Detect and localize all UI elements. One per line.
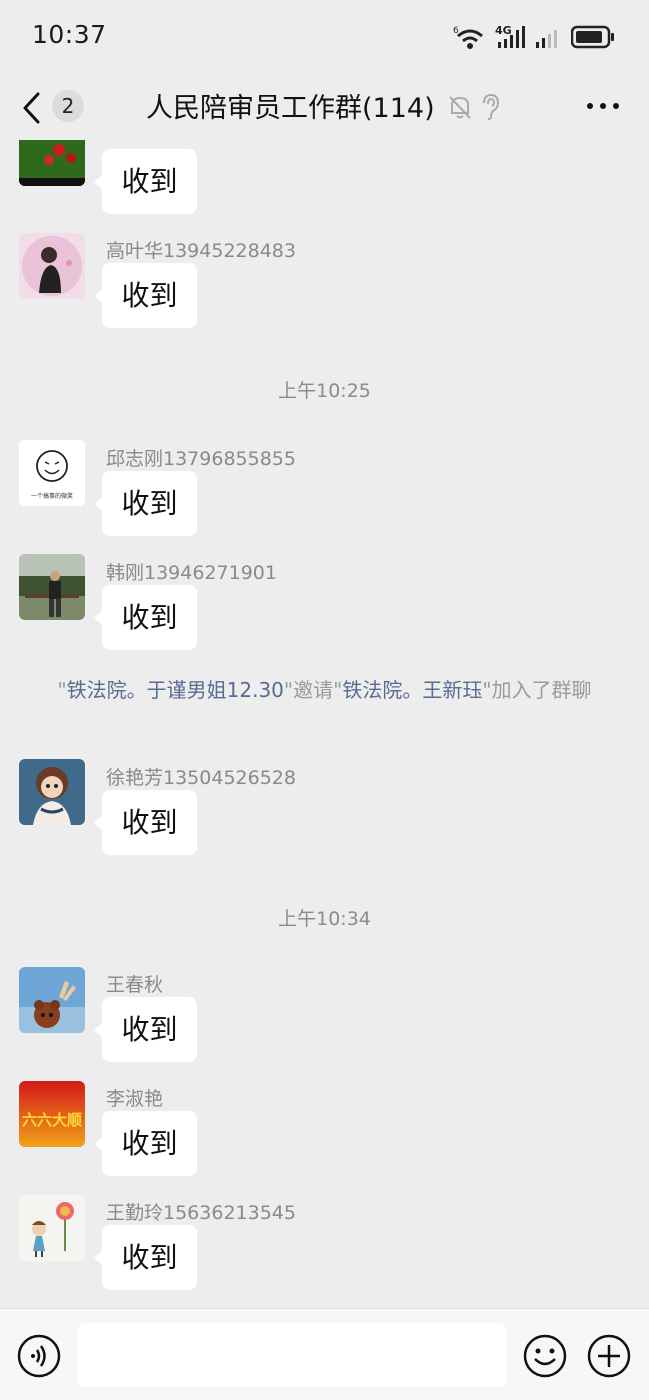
system-text: "邀请" (283, 678, 343, 702)
message-bubble[interactable]: 收到 (94, 997, 197, 1062)
system-text: "加入了群聊 (482, 678, 592, 702)
wifi-icon: 6 (453, 26, 483, 49)
girl-illustration-pink (19, 233, 85, 299)
message-bubble[interactable]: 收到 (94, 149, 197, 214)
man-outdoor-photo (19, 554, 85, 620)
message-input[interactable] (78, 1323, 506, 1387)
timestamp: 上午10:25 (278, 380, 371, 402)
avatar[interactable] (19, 140, 85, 186)
ear-icon (483, 93, 500, 120)
network-badge: 4G (495, 24, 512, 37)
chat-header: 2 人民陪审员工作群(114) (0, 72, 649, 140)
system-quote: " (57, 678, 67, 702)
signal-icon (536, 30, 557, 48)
avatar-caption: 一个搞事的微笑 (31, 492, 73, 500)
smiley-sketch: 一个搞事的微笑 (19, 440, 85, 506)
more-icon[interactable] (584, 90, 624, 122)
unread-count-badge[interactable]: 2 (52, 90, 84, 122)
plus-icon[interactable] (586, 1333, 632, 1379)
status-bar: 10:37 6 4G (0, 0, 649, 72)
red-berries-photo (19, 140, 85, 186)
avatar[interactable] (19, 759, 85, 825)
avatar[interactable] (19, 1195, 85, 1261)
sender-name: 王春秋 (106, 974, 164, 996)
mute-bell-icon (449, 96, 471, 119)
message-bubble[interactable]: 收到 (94, 1225, 197, 1290)
doll-portrait (19, 759, 85, 825)
avatar[interactable]: 一个搞事的微笑 (19, 440, 85, 506)
message-bubble[interactable]: 收到 (94, 1111, 197, 1176)
liu-liu-da-shun-calligraphy: 六六大顺 (19, 1081, 85, 1147)
battery-icon (571, 25, 614, 49)
cartoon-girl-lollipop (19, 1195, 85, 1261)
message-bubble[interactable]: 收到 (94, 585, 197, 650)
sender-name: 徐艳芳13504526528 (106, 767, 296, 789)
status-time: 10:37 (32, 20, 107, 49)
chevron-left-icon (23, 92, 40, 124)
avatar[interactable]: 六六大顺 (19, 1081, 85, 1147)
sender-name: 邱志刚13796855855 (106, 448, 296, 470)
sender-name: 韩刚13946271901 (106, 562, 277, 584)
invitee-link[interactable]: 铁法院。王新珏 (342, 678, 482, 702)
message-bubble[interactable]: 收到 (94, 790, 197, 855)
message-bubble[interactable]: 收到 (94, 471, 197, 536)
status-icons: 6 4G (453, 22, 615, 52)
input-bar (0, 1308, 649, 1400)
voice-icon[interactable] (16, 1333, 62, 1379)
group-title: 人民陪审员工作群(114) (146, 93, 435, 124)
avatar[interactable] (19, 967, 85, 1033)
timestamp: 上午10:34 (278, 908, 371, 930)
sender-name: 王勤玲15636213545 (106, 1202, 296, 1224)
avatar-text: 六六大顺 (22, 1111, 82, 1129)
chat-message-list[interactable]: 收到 高叶华13945228483 收到 上午10:25 一个搞事的微笑 邱志刚… (0, 140, 649, 1308)
avatar[interactable] (19, 554, 85, 620)
message-bubble[interactable]: 收到 (94, 263, 197, 328)
sender-name: 高叶华13945228483 (106, 240, 296, 262)
sender-name: 李淑艳 (106, 1088, 164, 1110)
bear-sky-photo (19, 967, 85, 1033)
system-message: "铁法院。于谨男姐12.30"邀请"铁法院。王新珏"加入了群聊 (40, 675, 609, 705)
inviter-link[interactable]: 铁法院。于谨男姐12.30 (67, 678, 284, 702)
emoji-icon[interactable] (522, 1333, 568, 1379)
avatar[interactable] (19, 233, 85, 299)
signal-4g-icon: 4G (495, 24, 525, 48)
